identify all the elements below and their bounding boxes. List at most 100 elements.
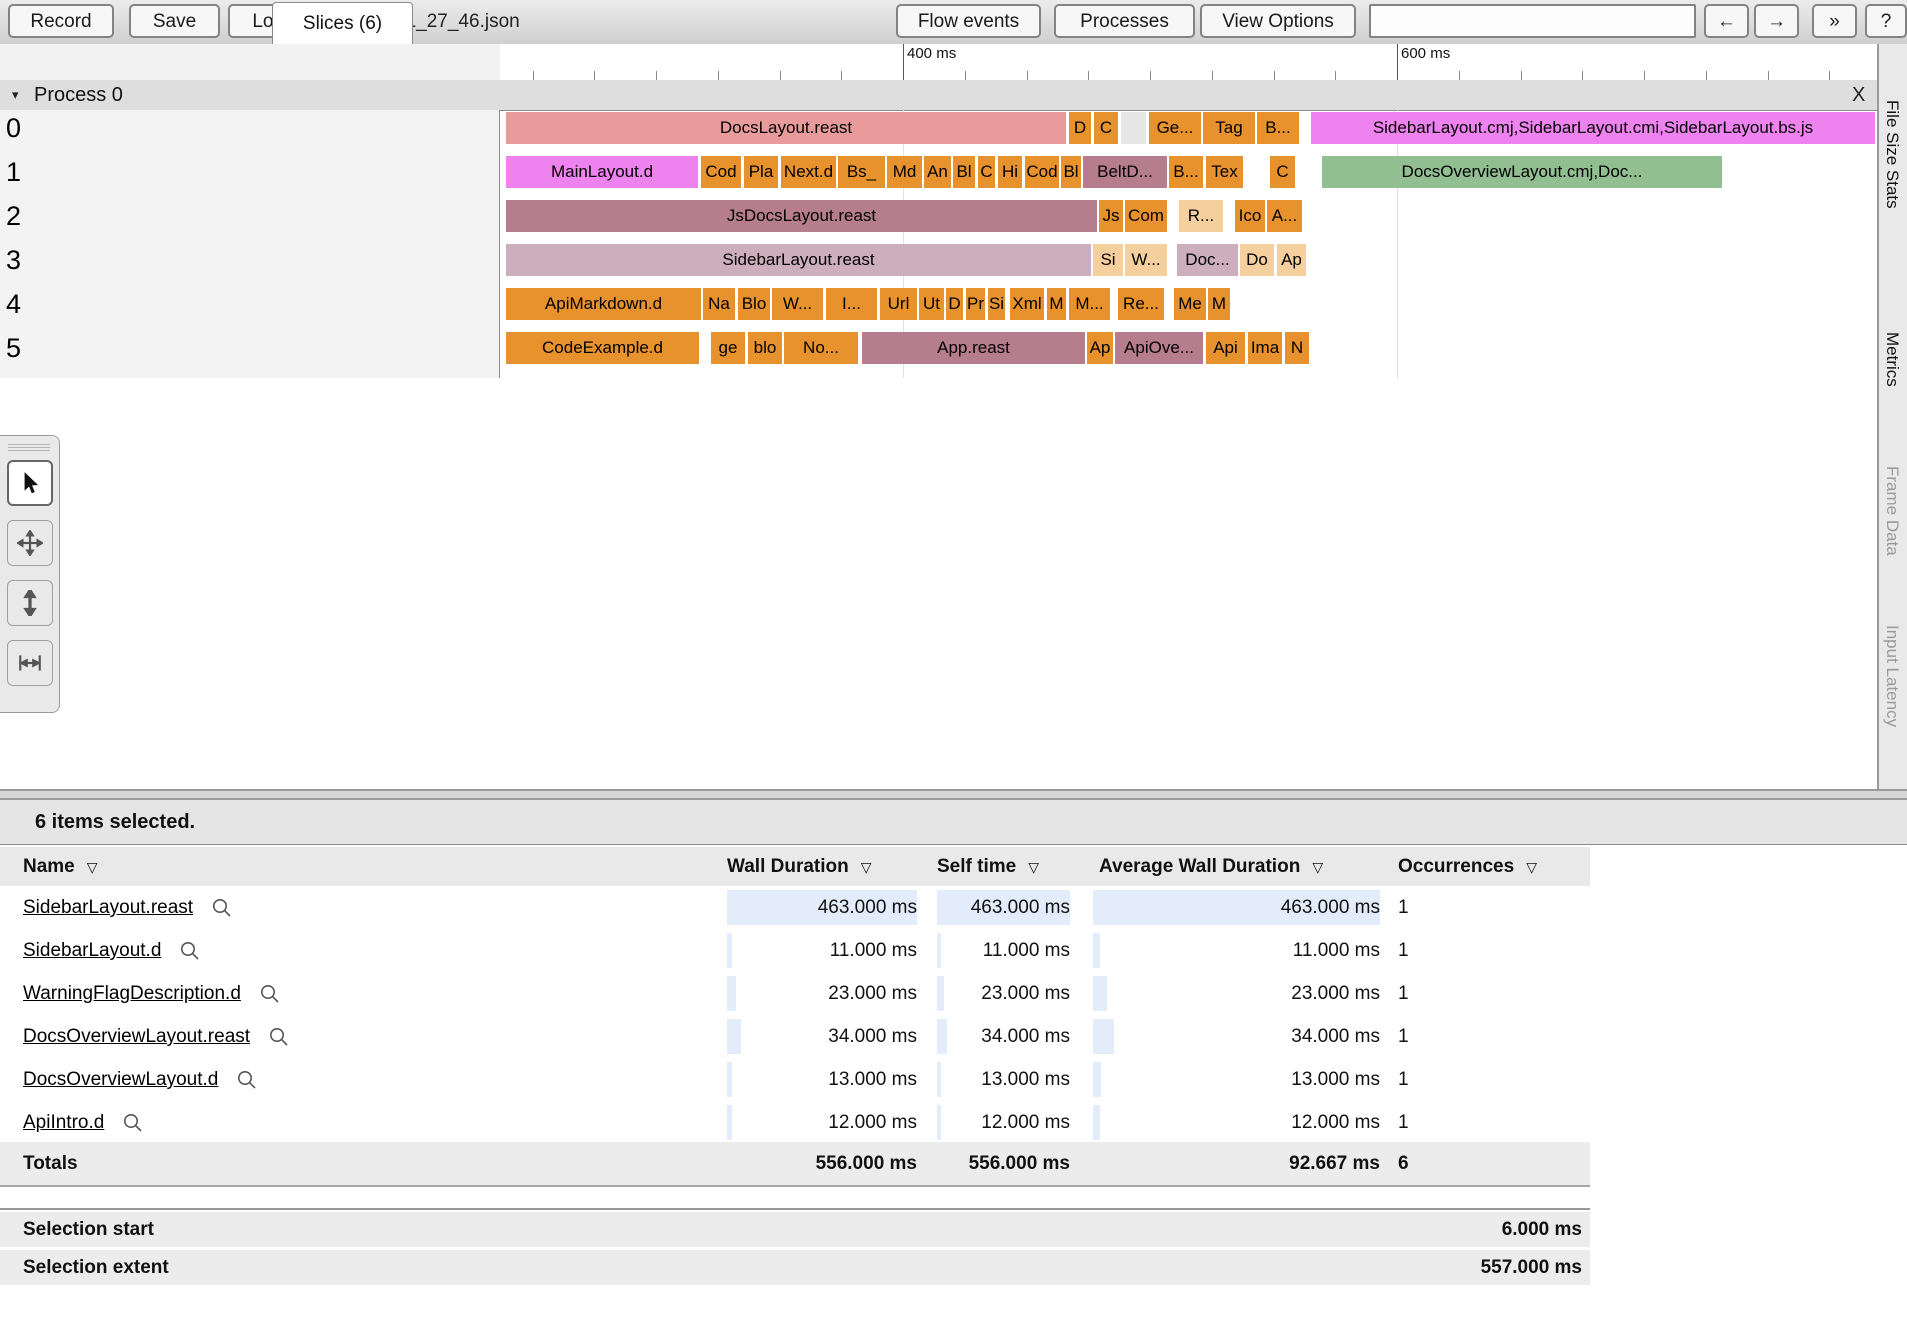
trace-slice[interactable]: W... — [1125, 244, 1167, 276]
tab-slices[interactable]: Slices (6) — [272, 2, 413, 44]
column-header-occurrences[interactable]: Occurrences ▽ — [1398, 847, 1537, 886]
panel-splitter[interactable] — [0, 789, 1907, 800]
save-button[interactable]: Save — [129, 4, 220, 38]
trace-slice[interactable]: ApiOve... — [1115, 332, 1203, 364]
column-header-wall-duration[interactable]: Wall Duration ▽ — [727, 847, 917, 886]
column-header-average-wall-duration[interactable]: Average Wall Duration ▽ — [1099, 847, 1386, 886]
more-options-button[interactable]: » — [1812, 4, 1857, 38]
find-previous-button[interactable]: ← — [1704, 4, 1749, 38]
collapse-triangle-icon[interactable]: ▾ — [12, 80, 19, 110]
magnifier-icon[interactable] — [211, 897, 233, 919]
magnifier-icon[interactable] — [236, 1069, 258, 1091]
record-button[interactable]: Record — [8, 4, 114, 38]
trace-slice[interactable]: Doc... — [1177, 244, 1238, 276]
trace-slice[interactable]: M... — [1069, 288, 1110, 320]
trace-slice[interactable]: Re... — [1118, 288, 1164, 320]
trace-slice[interactable]: Tag — [1203, 112, 1255, 144]
trace-slice[interactable]: Md — [887, 156, 922, 188]
trace-slice[interactable]: Si — [988, 288, 1005, 320]
trace-slice[interactable]: Ico — [1235, 200, 1265, 232]
trace-slice[interactable]: SidebarLayout.reast — [506, 244, 1091, 276]
slice-name-link[interactable]: DocsOverviewLayout.d — [23, 1058, 218, 1101]
pan-tool-button[interactable] — [7, 520, 53, 566]
trace-slice[interactable]: Do — [1240, 244, 1274, 276]
selection-tool-button[interactable] — [7, 460, 53, 506]
trace-slice[interactable]: Ap — [1087, 332, 1113, 364]
trace-slice[interactable]: Hi — [998, 156, 1022, 188]
trace-slice[interactable]: C — [1094, 112, 1118, 144]
trace-slice[interactable]: Si — [1093, 244, 1123, 276]
trace-slice[interactable]: Cod — [1025, 156, 1059, 188]
trace-slice[interactable]: Next.d — [781, 156, 836, 188]
zoom-tool-button[interactable] — [7, 580, 53, 626]
trace-slice[interactable]: I... — [826, 288, 877, 320]
trace-slice[interactable]: Xml — [1010, 288, 1044, 320]
trace-slice[interactable]: Na — [703, 288, 735, 320]
trace-slice[interactable]: D — [946, 288, 963, 320]
trace-slice[interactable]: App.reast — [862, 332, 1085, 364]
help-button[interactable]: ? — [1865, 4, 1907, 38]
slice-name-link[interactable]: DocsOverviewLayout.reast — [23, 1015, 250, 1058]
trace-slice[interactable]: Ut — [919, 288, 944, 320]
view-options-button[interactable]: View Options — [1200, 4, 1356, 38]
trace-slice[interactable]: Ima — [1248, 332, 1282, 364]
trace-slice[interactable]: Ge... — [1149, 112, 1201, 144]
tab-file-size-stats[interactable]: File Size Stats — [1882, 100, 1902, 209]
trace-slice[interactable]: BeltD... — [1083, 156, 1167, 188]
timing-tool-button[interactable] — [7, 640, 53, 686]
trace-slice[interactable]: N — [1285, 332, 1309, 364]
trace-slice[interactable]: Blo — [738, 288, 770, 320]
trace-slice[interactable]: Api — [1206, 332, 1245, 364]
trace-slice[interactable]: MainLayout.d — [506, 156, 698, 188]
trace-slice[interactable]: Bl — [953, 156, 975, 188]
trace-slice[interactable]: Pr — [966, 288, 985, 320]
processes-button[interactable]: Processes — [1054, 4, 1195, 38]
column-header-self-time[interactable]: Self time ▽ — [937, 847, 1070, 886]
trace-slice[interactable]: M — [1047, 288, 1066, 320]
timeline-ruler[interactable]: 400 ms 600 ms — [0, 44, 1877, 81]
trace-slice[interactable] — [1121, 112, 1146, 144]
tab-metrics[interactable]: Metrics — [1882, 332, 1902, 387]
trace-slice[interactable]: JsDocsLayout.reast — [506, 200, 1097, 232]
magnifier-icon[interactable] — [259, 983, 281, 1005]
find-next-button[interactable]: → — [1754, 4, 1799, 38]
trace-slice[interactable]: An — [924, 156, 951, 188]
trace-slice[interactable]: CodeExample.d — [506, 332, 699, 364]
column-header-name[interactable]: Name ▽ — [23, 847, 98, 886]
trace-slice[interactable]: Tex — [1206, 156, 1243, 188]
trace-slice[interactable]: W... — [772, 288, 823, 320]
trace-slice[interactable]: Bs_ — [838, 156, 885, 188]
trace-slice[interactable]: A... — [1267, 200, 1302, 232]
magnifier-icon[interactable] — [268, 1026, 290, 1048]
palette-grip[interactable] — [8, 442, 50, 451]
trace-slice[interactable]: Url — [880, 288, 917, 320]
trace-slice[interactable]: R... — [1179, 200, 1223, 232]
slice-name-link[interactable]: SidebarLayout.d — [23, 929, 161, 972]
close-process-icon[interactable]: X — [1852, 80, 1865, 110]
trace-slice[interactable]: ApiMarkdown.d — [506, 288, 701, 320]
search-input[interactable] — [1369, 4, 1696, 38]
trace-slice[interactable]: D — [1069, 112, 1091, 144]
trace-slice[interactable]: Pla — [744, 156, 778, 188]
trace-slice[interactable]: DocsOverviewLayout.cmj,Doc... — [1322, 156, 1722, 188]
magnifier-icon[interactable] — [122, 1112, 144, 1134]
trace-slice[interactable]: ge — [711, 332, 745, 364]
trace-slice[interactable]: B... — [1257, 112, 1299, 144]
trace-slice[interactable]: C — [1270, 156, 1295, 188]
trace-slice[interactable]: Ap — [1277, 244, 1306, 276]
trace-slice[interactable]: SidebarLayout.cmj,SidebarLayout.cmi,Side… — [1311, 112, 1875, 144]
trace-slice[interactable]: B... — [1169, 156, 1203, 188]
trace-slice[interactable]: No... — [784, 332, 858, 364]
trace-slice[interactable]: Js — [1099, 200, 1123, 232]
trace-slice[interactable]: C — [978, 156, 995, 188]
slice-name-link[interactable]: WarningFlagDescription.d — [23, 972, 241, 1015]
trace-slice[interactable]: Com — [1125, 200, 1167, 232]
trace-slice[interactable]: Cod — [701, 156, 741, 188]
flow-events-button[interactable]: Flow events — [896, 4, 1041, 38]
trace-slice[interactable]: Me — [1174, 288, 1206, 320]
slice-name-link[interactable]: ApiIntro.d — [23, 1101, 104, 1144]
trace-slice[interactable]: Bl — [1061, 156, 1081, 188]
magnifier-icon[interactable] — [179, 940, 201, 962]
trace-slice[interactable]: blo — [748, 332, 782, 364]
trace-slice[interactable]: DocsLayout.reast — [506, 112, 1066, 144]
